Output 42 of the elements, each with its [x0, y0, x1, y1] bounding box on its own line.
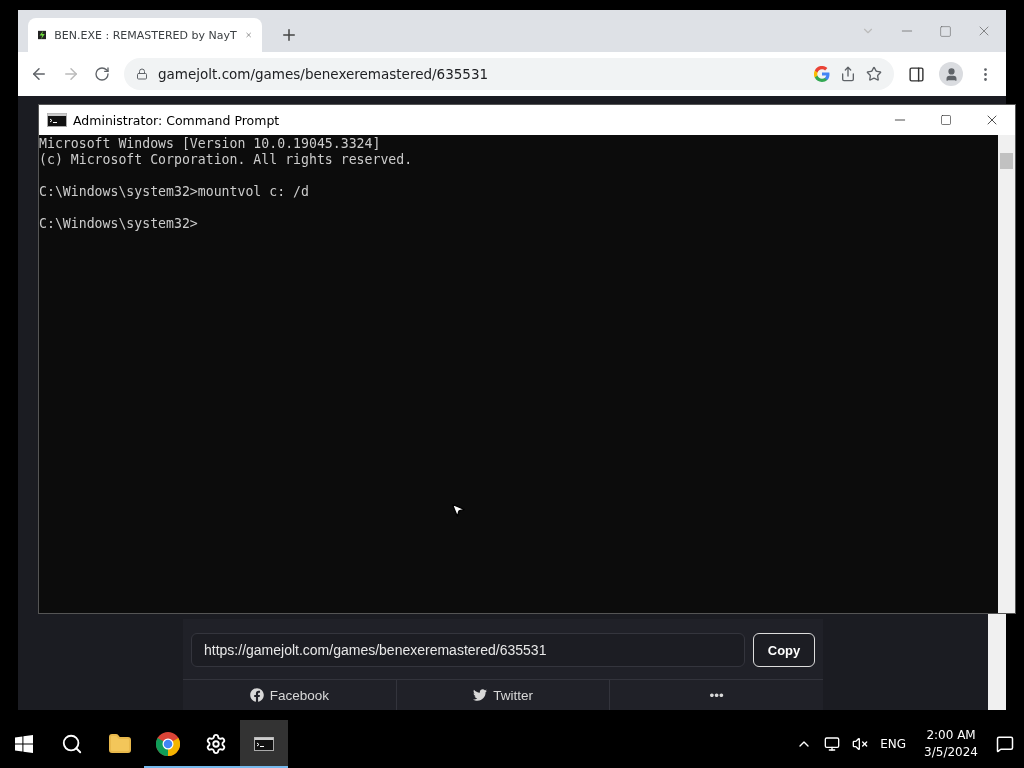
console-icon — [47, 113, 67, 127]
console-line: (c) Microsoft Corporation. All rights reserved. — [39, 152, 414, 168]
share-button[interactable]: Facebook — [183, 680, 397, 710]
copy-button[interactable]: Copy — [753, 633, 815, 667]
window-title: Administrator: Command Prompt — [73, 112, 280, 128]
more-share-button[interactable]: ••• — [610, 680, 823, 710]
volume-muted-icon[interactable] — [852, 736, 869, 752]
share-icon[interactable] — [840, 66, 856, 82]
language-indicator[interactable]: ENG — [880, 737, 907, 751]
new-tab-icon[interactable] — [280, 26, 298, 44]
search-icon — [61, 733, 83, 755]
console-line: C:\Windows\system32>mountvol c: /d — [39, 184, 310, 200]
profile-avatar[interactable] — [939, 62, 963, 86]
address-text: gamejolt.com/games/benexeremastered/635531 — [158, 66, 490, 82]
notifications-icon[interactable] — [996, 735, 1014, 753]
tab-title: BEN.EXE : REMASTERED by NayT — [54, 28, 237, 42]
share-button[interactable]: Twitter — [396, 680, 611, 710]
taskbar-button[interactable] — [240, 720, 288, 768]
mouse-cursor-icon — [450, 502, 466, 518]
console-line: Microsoft Windows [Version 10.0.19045.3324] — [39, 136, 382, 152]
address-bar[interactable]: gamejolt.com/games/benexeremastered/635531 — [124, 58, 894, 90]
lock-icon — [136, 68, 148, 80]
back-icon[interactable] — [30, 65, 48, 83]
clock[interactable]: 2:00 AM 3/5/2024 — [918, 727, 984, 761]
chrome-logo-icon — [156, 732, 180, 756]
windows-logo-icon — [15, 735, 33, 753]
network-icon[interactable] — [824, 736, 841, 752]
settings-icon — [205, 733, 227, 755]
reload-icon[interactable] — [94, 66, 110, 82]
scrollbar[interactable] — [998, 135, 1015, 613]
twitter-icon — [473, 688, 488, 702]
side-panel-icon[interactable] — [908, 65, 925, 83]
maximize-icon[interactable] — [940, 114, 952, 126]
google-logo-icon[interactable] — [814, 66, 830, 82]
share-url-field[interactable]: https://gamejolt.com/games/benexeremastered/635531 — [191, 633, 745, 667]
folder-icon — [108, 732, 132, 756]
browser-tab[interactable]: BEN.EXE : REMASTERED by NayT — [28, 18, 262, 52]
terminal-icon — [254, 737, 274, 751]
bookmark-star-icon[interactable] — [866, 66, 882, 82]
scrollbar[interactable] — [988, 614, 1006, 710]
facebook-icon — [249, 688, 264, 702]
console-line: C:\Windows\system32> — [39, 216, 199, 232]
